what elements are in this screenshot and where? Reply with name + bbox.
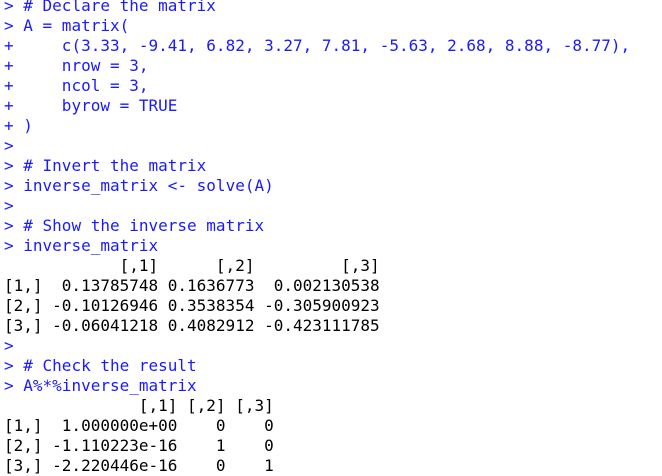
console-input-line: > [4,136,660,156]
console-output-text: [,1] [,2] [,3] [4,256,380,275]
command-prompt: > [4,216,14,235]
console-input-line: + ) [4,116,660,136]
console-input-line: + c(3.33, -9.41, 6.82, 3.27, 7.81, -5.63… [4,36,660,56]
console-input-line: > inverse_matrix <- solve(A) [4,176,660,196]
console-command-text: A%*%inverse_matrix [13,376,197,395]
console-output-text: [2,] -1.110223e-16 1 0 [4,436,274,455]
console-input-line: > [4,196,660,216]
console-input-line: > A = matrix( [4,16,660,36]
console-output-line: [,1] [,2] [,3] [4,256,660,276]
command-prompt: > [4,156,14,175]
command-prompt: > [4,136,14,155]
console-output-text: [3,] -2.220446e-16 0 1 [4,456,274,475]
continuation-prompt: + [4,36,14,55]
console-input-line: + ncol = 3, [4,76,660,96]
console-command-text: # Show the inverse matrix [13,216,265,235]
console-input-line: > inverse_matrix [4,236,660,256]
console-input-line: > # Invert the matrix [4,156,660,176]
console-command-text: A = matrix( [13,16,130,35]
console-command-text: byrow = TRUE [13,96,178,115]
console-command-text: # Invert the matrix [13,156,207,175]
command-prompt: > [4,0,14,15]
continuation-prompt: + [4,96,14,115]
command-prompt: > [4,196,14,215]
console-command-text: # Declare the matrix [13,0,216,15]
command-prompt: > [4,356,14,375]
console-output-text: [1,] 0.13785748 0.1636773 0.002130538 [4,276,380,295]
continuation-prompt: + [4,56,14,75]
console-output-text: [1,] 1.000000e+00 0 0 [4,416,274,435]
command-prompt: > [4,176,14,195]
console-output-text: [,1] [,2] [,3] [4,396,274,415]
console-input-line: + nrow = 3, [4,56,660,76]
console-output-line: [1,] 1.000000e+00 0 0 [4,416,660,436]
console-input-line: > A%*%inverse_matrix [4,376,660,396]
console-output-line: [1,] 0.13785748 0.1636773 0.002130538 [4,276,660,296]
console-output-line: [3,] -0.06041218 0.4082912 -0.423111785 [4,316,660,336]
command-prompt: > [4,236,14,255]
continuation-prompt: + [4,76,14,95]
r-console[interactable]: > # Declare the matrix > A = matrix(+ c(3… [4,0,660,476]
console-input-line: + byrow = TRUE [4,96,660,116]
console-command-text: # Check the result [13,356,197,375]
console-output-line: [2,] -1.110223e-16 1 0 [4,436,660,456]
command-prompt: > [4,336,14,355]
console-command-text: inverse_matrix [13,236,159,255]
console-command-text: c(3.33, -9.41, 6.82, 3.27, 7.81, -5.63, … [13,36,631,55]
console-input-line: > [4,336,660,356]
console-input-line: > # Check the result [4,356,660,376]
console-output-line: [2,] -0.10126946 0.3538354 -0.305900923 [4,296,660,316]
command-prompt: > [4,376,14,395]
console-output-text: [3,] -0.06041218 0.4082912 -0.423111785 [4,316,380,335]
console-output-line: [,1] [,2] [,3] [4,396,660,416]
console-command-text: ncol = 3, [13,76,149,95]
console-input-line: > # Declare the matrix [4,0,660,16]
console-command-text: inverse_matrix <- solve(A) [13,176,274,195]
console-command-text: ) [13,116,33,135]
console-output-line: [3,] -2.220446e-16 0 1 [4,456,660,476]
continuation-prompt: + [4,116,14,135]
console-output-text: [2,] -0.10126946 0.3538354 -0.305900923 [4,296,380,315]
command-prompt: > [4,16,14,35]
console-input-line: > # Show the inverse matrix [4,216,660,236]
console-command-text: nrow = 3, [13,56,149,75]
